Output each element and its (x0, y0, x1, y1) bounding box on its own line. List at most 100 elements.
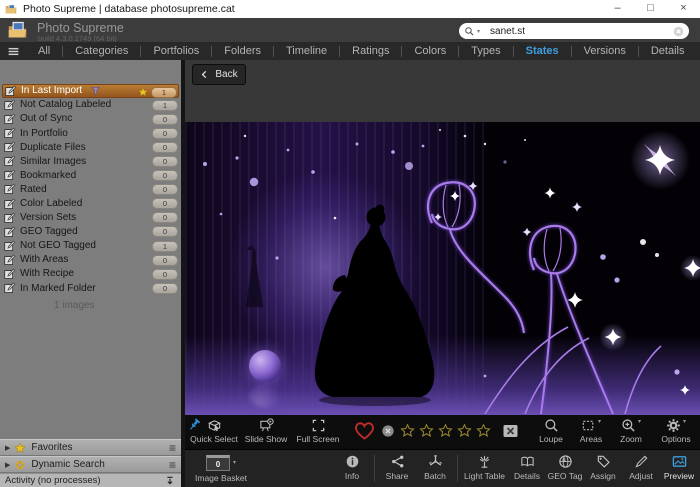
expand-arrow-icon[interactable]: ▶ (5, 461, 10, 469)
tab-colors[interactable]: Colors (402, 42, 458, 60)
bottom-bar-button-geo-tag[interactable]: GEO Tag (546, 454, 584, 481)
tab-categories[interactable]: Categories (63, 42, 140, 60)
filter-row-not-catalog-labeled[interactable]: Not Catalog Labeled1 (2, 98, 179, 112)
filter-row-rated[interactable]: Rated0 (2, 183, 179, 197)
toolbar-button-options[interactable]: ▾Options (654, 418, 698, 444)
info-icon (345, 454, 360, 469)
bottom-bar-button-batch[interactable]: Batch (416, 454, 454, 481)
search-input[interactable] (488, 25, 673, 38)
toolbar-button-slide-show[interactable]: Slide Show (241, 418, 291, 444)
back-button[interactable]: Back (192, 64, 246, 85)
toolbar-button-quick-select[interactable]: Quick Select (189, 418, 239, 444)
edit-icon[interactable] (4, 198, 16, 210)
edit-icon[interactable] (4, 268, 16, 280)
edit-icon[interactable] (4, 141, 16, 153)
basket-icon: 0 (206, 455, 230, 471)
bottom-bar-button-share[interactable]: Share (378, 454, 416, 481)
filter-row-with-recipe[interactable]: With Recipe0 (2, 267, 179, 281)
hamburger-icon[interactable] (0, 45, 26, 58)
filter-label: Bookmarked (20, 170, 76, 181)
tab-timeline[interactable]: Timeline (274, 42, 339, 60)
tab-versions[interactable]: Versions (572, 42, 638, 60)
filter-row-not-geo-tagged[interactable]: Not GEO Tagged1 (2, 239, 179, 253)
filter-row-version-sets[interactable]: Version Sets0 (2, 211, 179, 225)
filter-funnel-icon[interactable] (91, 86, 101, 96)
edit-icon[interactable] (5, 85, 17, 97)
edit-icon[interactable] (4, 155, 16, 167)
toolbar-button-full-screen[interactable]: Full Screen (293, 418, 343, 444)
rating-star-icon[interactable] (419, 423, 434, 438)
edit-icon[interactable] (4, 254, 16, 266)
filter-count-badge: 0 (152, 170, 178, 181)
bottom-bar-button-label: Preview (664, 471, 694, 481)
close-button[interactable]: × (667, 0, 700, 18)
image-basket-button[interactable]: 0 ▾ Image Basket (195, 455, 247, 483)
search-scope-caret-icon[interactable]: ▾ (477, 28, 480, 35)
basket-label: Image Basket (195, 473, 247, 483)
tab-all[interactable]: All (26, 42, 62, 60)
toolbar-button-loupe[interactable]: Loupe (534, 418, 568, 444)
filter-label: Duplicate Files (20, 142, 86, 153)
filter-count-badge: 0 (152, 212, 178, 223)
panel-menu-icon[interactable]: ≡ (169, 443, 176, 453)
expand-arrow-icon[interactable]: ▶ (5, 444, 10, 452)
filter-row-in-marked-folder[interactable]: In Marked Folder0 (2, 281, 179, 295)
edit-icon[interactable] (4, 113, 16, 125)
rating-star-icon[interactable] (438, 423, 453, 438)
filter-label: In Last Import (21, 85, 82, 96)
edit-icon[interactable] (4, 183, 16, 195)
search-box[interactable]: ▾ (459, 23, 689, 39)
filter-row-duplicate-files[interactable]: Duplicate Files0 (2, 140, 179, 154)
search-icon[interactable] (464, 26, 475, 37)
filter-row-out-of-sync[interactable]: Out of Sync0 (2, 112, 179, 126)
tab-details[interactable]: Details (639, 42, 697, 60)
filter-label: Rated (20, 184, 47, 195)
toolbar-button-areas[interactable]: ▾Areas (574, 418, 608, 444)
filter-row-with-areas[interactable]: With Areas0 (2, 253, 179, 267)
rating-star-icon[interactable] (476, 423, 491, 438)
dropdown-caret-icon[interactable]: ▾ (683, 418, 686, 426)
panel-favorites[interactable]: ▶Favorites≡ (0, 439, 181, 456)
activity-download-icon[interactable] (164, 475, 176, 487)
panel-dynamic-search[interactable]: ▶Dynamic Search≡ (0, 456, 181, 473)
filter-row-in-portfolio[interactable]: In Portfolio0 (2, 126, 179, 140)
sidebar: In Last Import1Not Catalog Labeled1Out o… (0, 60, 181, 487)
edit-icon[interactable] (4, 127, 16, 139)
maximize-button[interactable]: □ (634, 0, 667, 18)
edit-icon[interactable] (4, 226, 16, 238)
filter-row-bookmarked[interactable]: Bookmarked 0 (2, 169, 179, 183)
bottom-bar-button-info[interactable]: Info (333, 454, 371, 481)
search-clear-icon[interactable] (673, 26, 684, 37)
edit-icon[interactable] (4, 212, 16, 224)
toolbar-button-zoom[interactable]: ▾Zoom (614, 418, 648, 444)
bottom-bar-button-details[interactable]: Details (508, 454, 546, 481)
minimize-button[interactable]: – (601, 0, 634, 18)
tab-types[interactable]: Types (459, 42, 512, 60)
tab-ratings[interactable]: Ratings (340, 42, 401, 60)
edit-icon[interactable] (4, 99, 16, 111)
basket-caret-icon[interactable]: ▾ (233, 459, 236, 467)
clear-rating-icon[interactable] (381, 424, 395, 438)
tab-portfolios[interactable]: Portfolios (141, 42, 211, 60)
dropdown-caret-icon[interactable]: ▾ (638, 418, 641, 426)
edit-icon[interactable] (4, 169, 16, 181)
filter-row-in-last-import[interactable]: In Last Import1 (2, 84, 179, 98)
bottom-bar-button-preview[interactable]: Preview (660, 454, 698, 481)
tab-folders[interactable]: Folders (212, 42, 273, 60)
filter-row-similar-images[interactable]: Similar Images0 (2, 154, 179, 168)
activity-bar[interactable]: Activity (no processes) (0, 473, 181, 487)
bottom-bar-button-light-table[interactable]: Light Table (461, 454, 508, 481)
tab-states[interactable]: States (514, 42, 571, 60)
bottom-bar-button-adjust[interactable]: Adjust (622, 454, 660, 481)
rating-star-icon[interactable] (457, 423, 472, 438)
panel-menu-icon[interactable]: ≡ (169, 460, 176, 470)
bottom-bar-button-assign[interactable]: Assign (584, 454, 622, 481)
rating-star-icon[interactable] (400, 423, 415, 438)
filter-row-geo-tagged[interactable]: GEO Tagged0 (2, 225, 179, 239)
heart-icon[interactable] (353, 419, 376, 442)
edit-icon[interactable] (4, 240, 16, 252)
filter-row-color-labeled[interactable]: Color Labeled0 (2, 197, 179, 211)
dismiss-rating-icon[interactable] (502, 423, 519, 439)
edit-icon[interactable] (4, 282, 16, 294)
dropdown-caret-icon[interactable]: ▾ (598, 418, 601, 426)
